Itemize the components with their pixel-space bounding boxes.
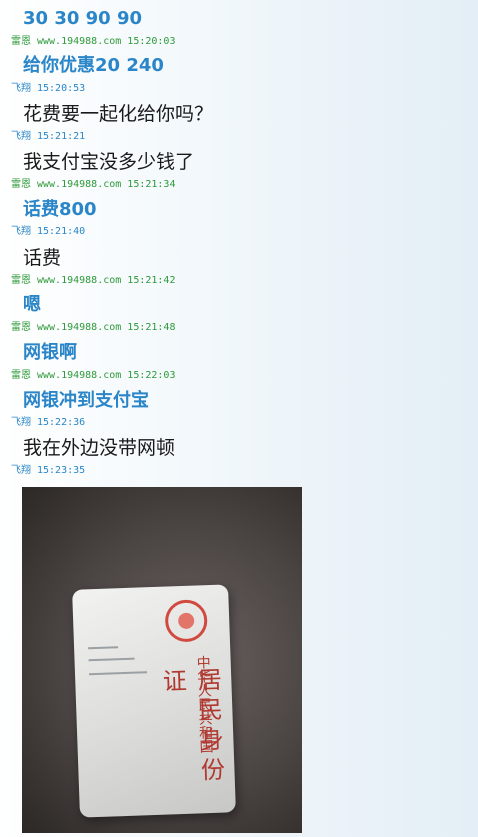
timestamp: 15:21:40 — [37, 226, 86, 237]
timestamp: 15:21:34 — [127, 179, 176, 190]
card-fine-print — [88, 671, 148, 676]
sender-name: 飞翔 — [11, 417, 31, 428]
timestamp: 15:22:36 — [37, 417, 86, 428]
sender-name: 雷恩 — [11, 179, 31, 190]
timestamp: 15:23:35 — [37, 465, 86, 476]
timestamp: 15:20:53 — [37, 83, 86, 94]
message-meta: 飞翔 15:23:35 — [11, 465, 85, 477]
sender-site: www.194988.com — [37, 370, 122, 381]
sender-site: www.194988.com — [37, 179, 122, 190]
message-meta: 雷恩 www.194988.com 15:21:34 — [11, 179, 175, 191]
card-fine-print — [88, 657, 135, 662]
card-fine-print — [88, 646, 119, 650]
message-meta: 飞翔 15:20:53 — [11, 83, 85, 95]
sender-site: www.194988.com — [37, 322, 122, 333]
message-meta: 雷恩 www.194988.com 15:20:03 — [11, 36, 175, 48]
sender-name: 飞翔 — [11, 226, 31, 237]
message-meta: 雷恩 www.194988.com 15:21:42 — [11, 275, 175, 287]
message-meta: 雷恩 www.194988.com 15:21:48 — [11, 322, 175, 334]
sender-name: 雷恩 — [11, 36, 31, 47]
chat-log: 30 30 90 90 雷恩 www.194988.com 15:20:03 给你优… — [0, 0, 478, 837]
chat-message: 嗯 — [23, 294, 41, 315]
sender-name: 飞翔 — [11, 131, 31, 142]
timestamp: 15:22:03 — [127, 370, 176, 381]
message-meta: 飞翔 15:22:36 — [11, 417, 85, 429]
chat-message: 话费 — [23, 247, 62, 269]
chat-message: 网银啊 — [23, 342, 77, 363]
message-meta: 飞翔 15:21:40 — [11, 226, 85, 238]
photo-attachment[interactable]: 中华人民共和国 居民身份证 — [22, 487, 302, 833]
chat-message: 30 30 90 90 — [23, 8, 142, 29]
chat-message: 话费800 — [23, 199, 97, 220]
sender-name: 飞翔 — [11, 465, 31, 476]
national-emblem-icon — [164, 599, 208, 643]
message-meta: 雷恩 www.194988.com 15:22:03 — [11, 370, 175, 382]
timestamp: 15:21:48 — [127, 322, 176, 333]
chat-message: 我支付宝没多少钱了 — [23, 151, 195, 173]
sender-name: 雷恩 — [11, 322, 31, 333]
chat-message: 我在外边没带网顿 — [23, 437, 176, 459]
chat-message: 花费要一起化给你吗？ — [23, 103, 214, 125]
sender-site: www.194988.com — [37, 36, 122, 47]
chat-message: 网银冲到支付宝 — [23, 390, 149, 411]
message-meta: 飞翔 15:21:21 — [11, 131, 85, 143]
timestamp: 15:20:03 — [127, 36, 176, 47]
sender-name: 雷恩 — [11, 275, 31, 286]
sender-name: 雷恩 — [11, 370, 31, 381]
card-title-text: 居民身份证 — [157, 666, 226, 788]
chat-message: 给你优惠20 240 — [23, 55, 164, 76]
sender-site: www.194988.com — [37, 275, 122, 286]
timestamp: 15:21:42 — [127, 275, 176, 286]
sender-name: 飞翔 — [11, 83, 31, 94]
timestamp: 15:21:21 — [37, 131, 86, 142]
id-card: 中华人民共和国 居民身份证 — [72, 584, 236, 818]
